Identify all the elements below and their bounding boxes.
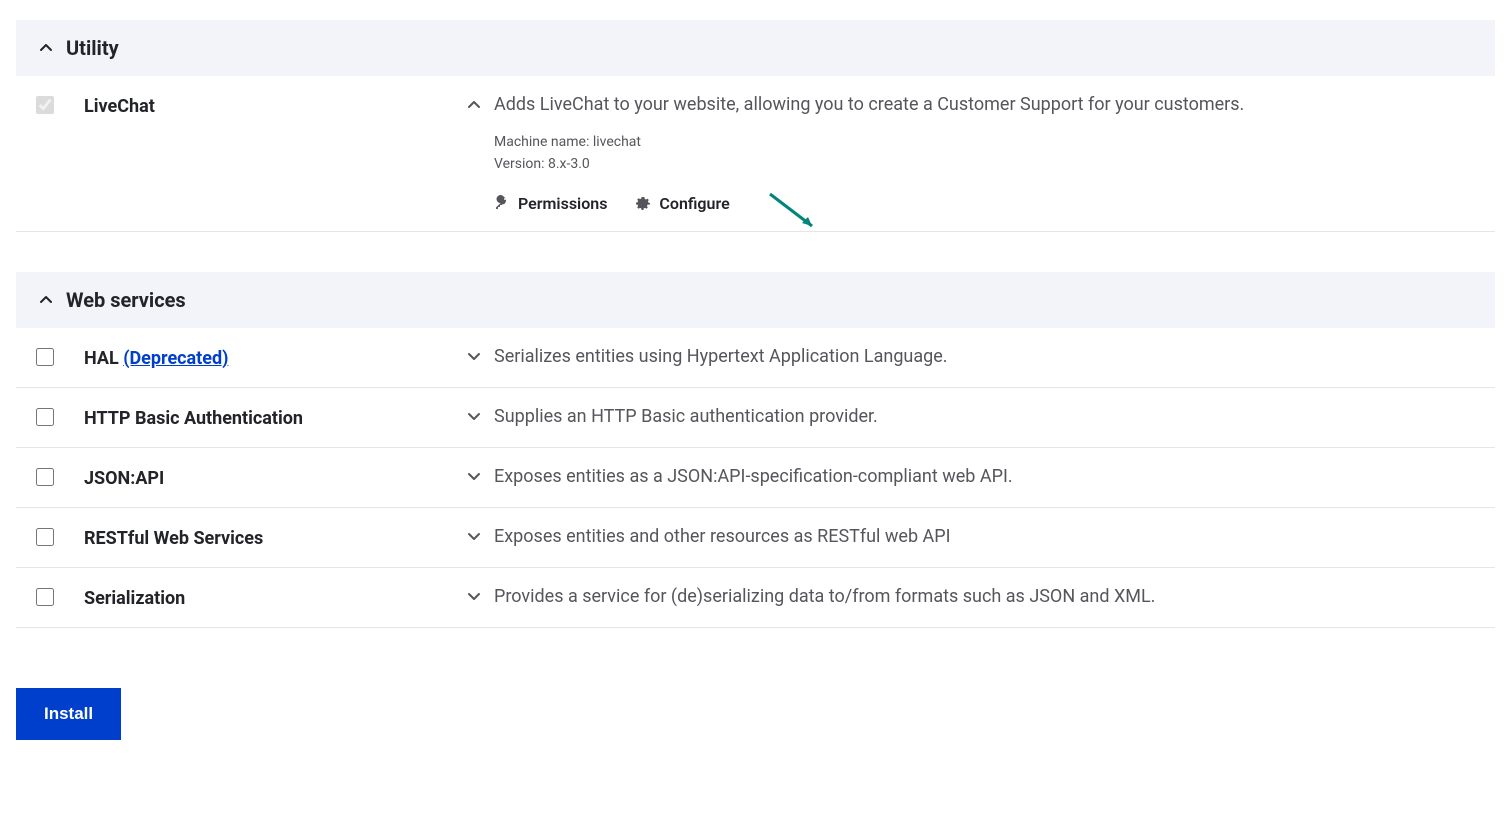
module-description: Exposes entities as a JSON:API-specifica…: [494, 466, 1013, 487]
module-row-livechat: LiveChat Adds LiveChat to your website, …: [16, 76, 1495, 232]
permissions-label: Permissions: [518, 194, 607, 213]
module-name-json-api: JSON:API: [84, 466, 464, 489]
module-name-serialization: Serialization: [84, 586, 464, 609]
module-row-hal: HAL (Deprecated) Serializes entities usi…: [16, 328, 1495, 388]
module-name-restful: RESTful Web Services: [84, 526, 464, 549]
expanded-info: Machine name: livechat Version: 8.x-3.0: [494, 131, 641, 176]
module-row-restful: RESTful Web Services Exposes entities an…: [16, 508, 1495, 568]
machine-name-value: livechat: [593, 134, 641, 150]
configure-label: Configure: [659, 194, 729, 213]
section-web-services: Web services HAL (Deprecated) Serializes…: [16, 272, 1495, 628]
chevron-down-icon[interactable]: [464, 526, 484, 546]
module-checkbox-livechat[interactable]: [36, 96, 54, 114]
module-name-text: LiveChat: [84, 96, 155, 117]
module-checkbox-serialization[interactable]: [36, 588, 54, 606]
module-name-text: RESTful Web Services: [84, 528, 263, 549]
install-button[interactable]: Install: [16, 688, 121, 740]
chevron-down-icon[interactable]: [464, 406, 484, 426]
annotation-arrow-icon: [768, 192, 818, 232]
module-description: Serializes entities using Hypertext Appl…: [494, 346, 948, 367]
module-name-text: JSON:API: [84, 468, 164, 489]
action-links: Permissions Configure: [494, 194, 730, 213]
version-label: Version:: [494, 156, 548, 172]
chevron-up-icon: [36, 290, 56, 310]
chevron-down-icon[interactable]: [464, 586, 484, 606]
checkbox-cell: [36, 94, 84, 114]
gear-icon: [635, 195, 651, 211]
key-icon: [494, 195, 510, 211]
section-utility: Utility LiveChat Adds LiveChat to your w…: [16, 20, 1495, 232]
module-desc-cell: Adds LiveChat to your website, allowing …: [464, 94, 1475, 213]
module-checkbox-hal[interactable]: [36, 348, 54, 366]
module-checkbox-restful[interactable]: [36, 528, 54, 546]
module-description: Provides a service for (de)serializing d…: [494, 586, 1155, 607]
module-description: Exposes entities and other resources as …: [494, 526, 951, 547]
chevron-up-icon[interactable]: [464, 95, 484, 115]
permissions-link[interactable]: Permissions: [494, 194, 607, 213]
chevron-up-icon: [36, 38, 56, 58]
section-title: Web services: [66, 288, 186, 312]
desc-top: Adds LiveChat to your website, allowing …: [464, 94, 1475, 115]
section-title: Utility: [66, 36, 119, 60]
module-name-text: Serialization: [84, 588, 185, 609]
section-header-web-services[interactable]: Web services: [16, 272, 1495, 328]
module-checkbox-http-basic-auth[interactable]: [36, 408, 54, 426]
section-header-utility[interactable]: Utility: [16, 20, 1495, 76]
machine-name-label: Machine name:: [494, 134, 593, 150]
chevron-down-icon[interactable]: [464, 346, 484, 366]
module-name-hal: HAL (Deprecated): [84, 346, 464, 369]
module-name-text: HAL: [84, 348, 123, 369]
module-description: Supplies an HTTP Basic authentication pr…: [494, 406, 878, 427]
module-row-http-basic-auth: HTTP Basic Authentication Supplies an HT…: [16, 388, 1495, 448]
configure-link[interactable]: Configure: [635, 194, 729, 213]
module-name-livechat: LiveChat: [84, 94, 464, 117]
module-name-http-basic-auth: HTTP Basic Authentication: [84, 406, 464, 429]
chevron-down-icon[interactable]: [464, 466, 484, 486]
module-description: Adds LiveChat to your website, allowing …: [494, 94, 1244, 115]
module-row-json-api: JSON:API Exposes entities as a JSON:API-…: [16, 448, 1495, 508]
module-name-text: HTTP Basic Authentication: [84, 408, 303, 429]
deprecated-link[interactable]: (Deprecated): [123, 348, 228, 369]
module-checkbox-json-api[interactable]: [36, 468, 54, 486]
module-row-serialization: Serialization Provides a service for (de…: [16, 568, 1495, 628]
version-value: 8.x-3.0: [548, 156, 590, 172]
